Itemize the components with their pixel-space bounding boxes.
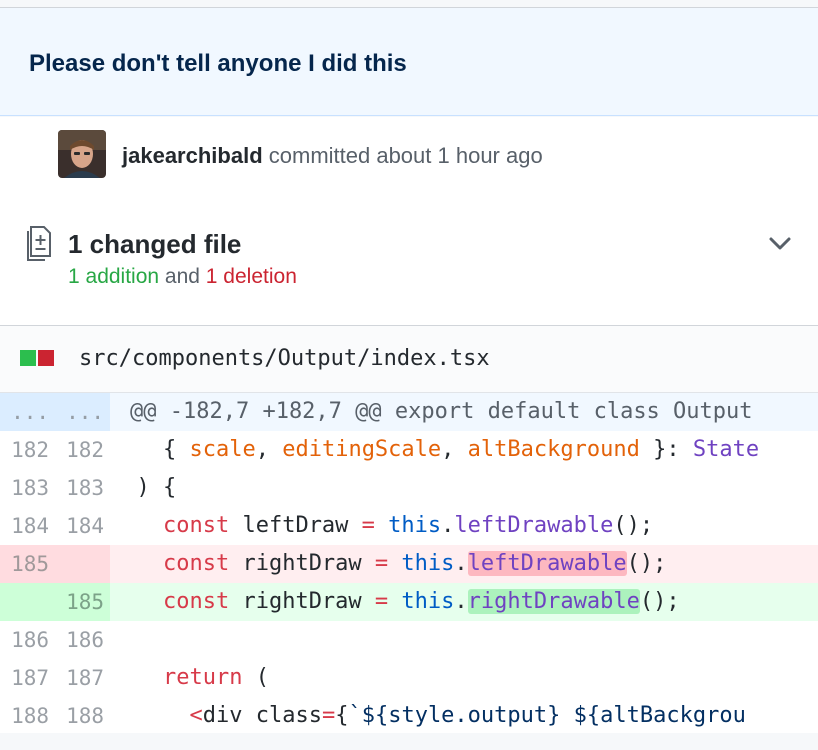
new-line-number[interactable]: 183	[55, 469, 110, 507]
added-word-highlight: rightDrawable	[467, 589, 640, 614]
diff-table: ... ... @@ -182,7 +182,7 @@ export defau…	[0, 393, 818, 733]
code-line: ) {	[136, 475, 177, 500]
new-line-number[interactable]	[55, 545, 110, 583]
chevron-down-icon[interactable]	[768, 236, 792, 252]
new-line-number[interactable]: 186	[55, 621, 110, 659]
bottom-edge	[0, 733, 818, 750]
additions-count: 1 addition	[68, 265, 160, 288]
commit-page: Please don't tell anyone I did this jake…	[0, 0, 818, 750]
hunk-header-row[interactable]: ... ... @@ -182,7 +182,7 @@ export defau…	[0, 393, 818, 431]
diff-line: 188 188 <div class={`${style.output} ${a…	[0, 697, 818, 735]
new-line-number[interactable]: 188	[55, 697, 110, 735]
diffstat-blocks	[20, 350, 54, 366]
commit-author-line: jakearchibald committed about 1 hour ago	[122, 143, 543, 169]
author-link[interactable]: jakearchibald	[122, 143, 263, 168]
old-line-number[interactable]	[0, 583, 55, 621]
avatar[interactable]	[58, 130, 106, 178]
diffstat-deletion-block	[38, 350, 54, 366]
diff-line: 183 183 ) {	[0, 469, 818, 507]
old-line-number[interactable]: 187	[0, 659, 55, 697]
new-line-number[interactable]: 185	[55, 583, 110, 621]
diff-line-added: 185 const rightDraw = this.rightDrawable…	[0, 583, 818, 621]
code-line: return (	[162, 665, 269, 690]
top-edge	[0, 0, 818, 8]
code-line: const leftDraw = this.leftDrawable();	[162, 513, 654, 538]
new-line-number[interactable]: 187	[55, 659, 110, 697]
new-line-number[interactable]: 182	[55, 431, 110, 469]
commit-action-text: committed about 1 hour ago	[262, 143, 543, 168]
code-line: const rightDraw = this.rightDrawable();	[162, 589, 680, 614]
commit-meta: jakearchibald committed about 1 hour ago…	[0, 117, 818, 325]
diff-line: 187 187 return (	[0, 659, 818, 697]
diff-line: 186 186	[0, 621, 818, 659]
stats-conjunction: and	[159, 265, 206, 288]
old-line-number[interactable]: 188	[0, 697, 55, 735]
new-line-number[interactable]: 184	[55, 507, 110, 545]
hunk-expand-old[interactable]: ...	[0, 393, 55, 431]
old-line-number[interactable]: 184	[0, 507, 55, 545]
code-line: <div class={`${style.output} ${altBackgr…	[189, 703, 746, 728]
old-line-number[interactable]: 183	[0, 469, 55, 507]
diffstat-addition-block	[20, 350, 36, 366]
old-line-number[interactable]: 182	[0, 431, 55, 469]
deletions-count: 1 deletion	[205, 265, 297, 288]
deleted-word-highlight: leftDrawable	[467, 551, 627, 576]
avatar-image	[58, 130, 106, 178]
diff-line: 182 182 { scale, editingScale, altBackgr…	[0, 431, 818, 469]
code-line: const rightDraw = this.leftDrawable();	[162, 551, 667, 576]
changed-files-title: 1 changed file	[68, 229, 242, 259]
diff-line: 184 184 const leftDraw = this.leftDrawab…	[0, 507, 818, 545]
file-header[interactable]: src/components/Output/index.tsx	[0, 325, 818, 393]
old-line-number[interactable]: 186	[0, 621, 55, 659]
commit-title-bar: Please don't tell anyone I did this	[0, 8, 818, 116]
commit-title: Please don't tell anyone I did this	[29, 50, 407, 77]
hunk-header-text: @@ -182,7 +182,7 @@ export default class…	[130, 399, 753, 424]
hunk-expand-new[interactable]: ...	[55, 393, 110, 431]
changed-files-stats: 1 addition and 1 deletion	[68, 265, 297, 289]
code-line: { scale, editingScale, altBackground }: …	[162, 437, 760, 462]
file-path[interactable]: src/components/Output/index.tsx	[79, 346, 490, 371]
file-diff-icon	[27, 226, 51, 261]
old-line-number[interactable]: 185	[0, 545, 55, 583]
diff-line-deleted: 185 const rightDraw = this.leftDrawable(…	[0, 545, 818, 583]
